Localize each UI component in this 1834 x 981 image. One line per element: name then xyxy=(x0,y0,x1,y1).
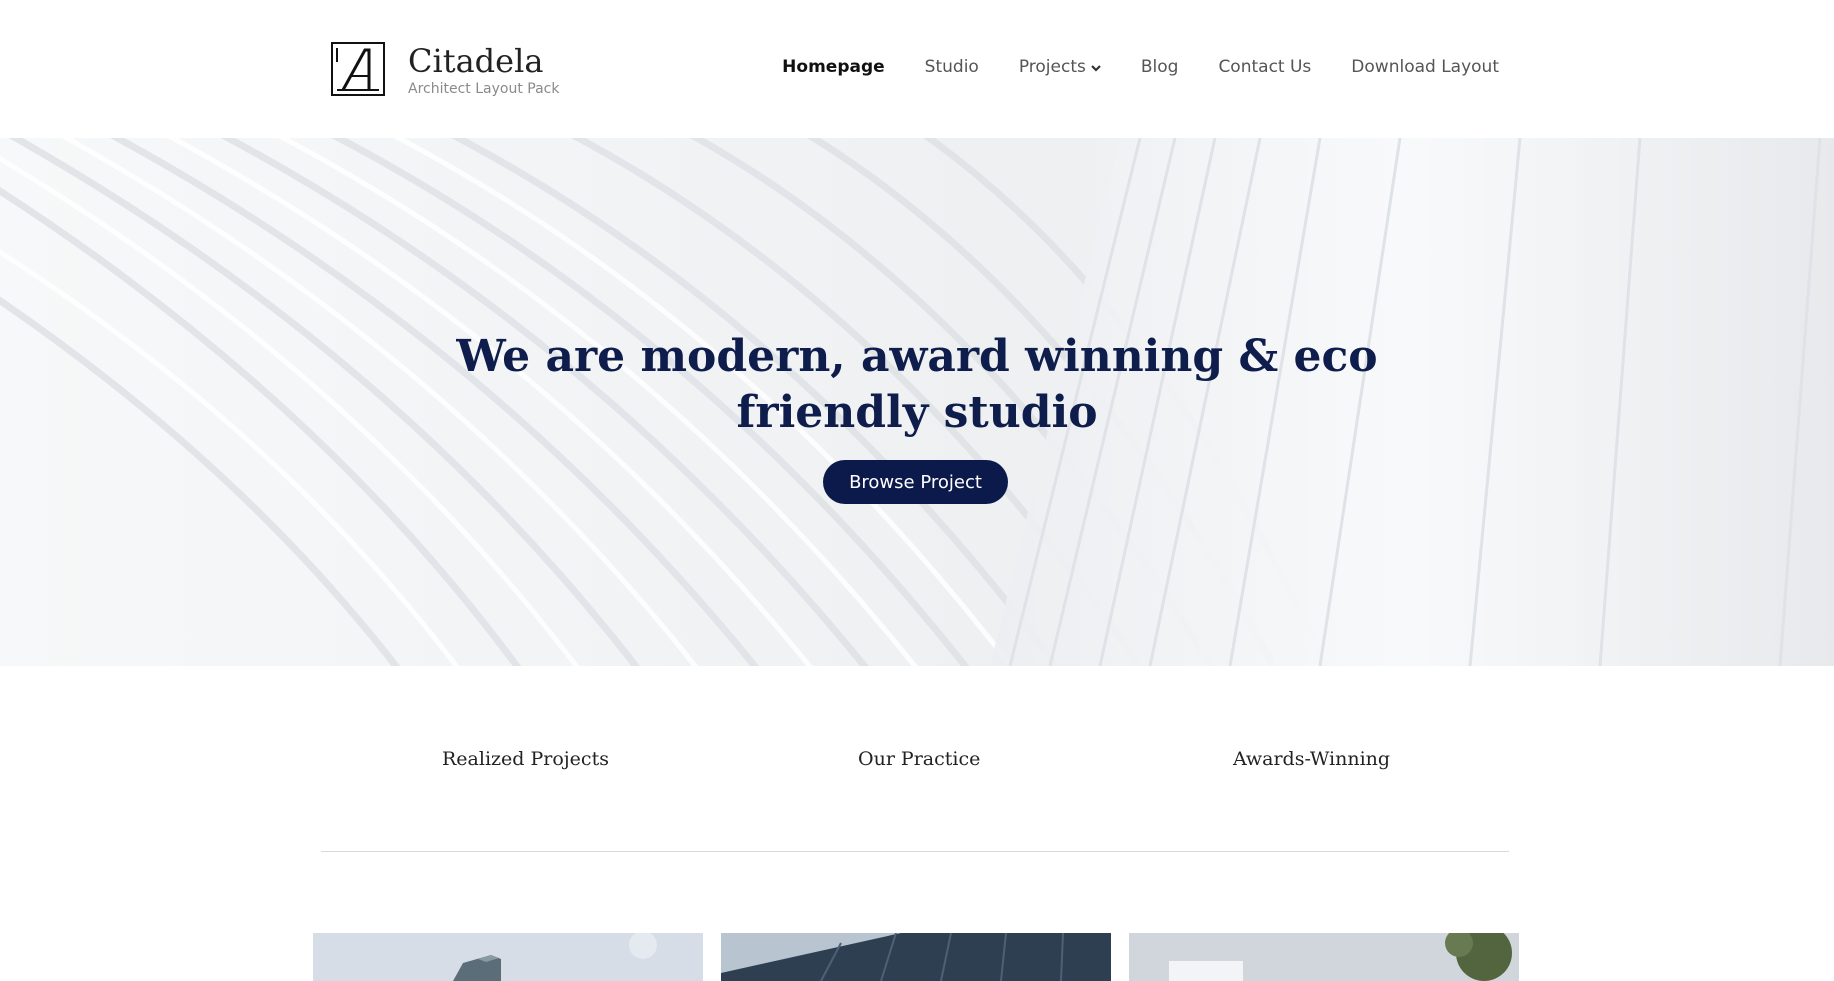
features-section: Realized Projects Our Practice Awards-Wi… xyxy=(321,666,1509,852)
project-thumbnails xyxy=(313,933,1519,981)
nav-item-projects[interactable]: Projects xyxy=(1019,57,1101,77)
browse-project-button[interactable]: Browse Project xyxy=(823,460,1008,504)
brand-name[interactable]: Citadela xyxy=(408,42,559,80)
hero-title-line-1: We are modern, award winning & eco xyxy=(456,331,1378,383)
hero-title: We are modern, award winning & eco frien… xyxy=(0,329,1834,441)
nav-item-studio[interactable]: Studio xyxy=(925,57,979,77)
nav-item-projects-label: Projects xyxy=(1018,57,1086,77)
nav-item-contact-us[interactable]: Contact Us xyxy=(1218,57,1311,77)
project-image-1[interactable] xyxy=(313,933,703,981)
feature-realized-projects: Realized Projects xyxy=(442,748,609,770)
main-nav: Homepage Studio Projects Blog Contact Us… xyxy=(782,57,1499,77)
chevron-down-icon xyxy=(1091,57,1101,77)
brand-tagline: Architect Layout Pack xyxy=(408,81,560,97)
brand[interactable]: Citadela Architect Layout Pack xyxy=(331,42,559,97)
logo-icon xyxy=(331,42,385,96)
project-image-3[interactable] xyxy=(1129,933,1519,981)
nav-item-homepage[interactable]: Homepage xyxy=(782,57,885,77)
nav-item-blog[interactable]: Blog xyxy=(1141,57,1179,77)
hero-title-line-2: friendly studio xyxy=(736,387,1098,439)
feature-our-practice: Our Practice xyxy=(858,748,981,770)
nav-item-download-layout[interactable]: Download Layout xyxy=(1351,57,1499,77)
project-image-2[interactable] xyxy=(721,933,1111,981)
site-header: Citadela Architect Layout Pack Homepage … xyxy=(0,0,1834,138)
hero-section: We are modern, award winning & eco frien… xyxy=(0,138,1834,666)
feature-awards-winning: Awards-Winning xyxy=(1233,748,1391,770)
